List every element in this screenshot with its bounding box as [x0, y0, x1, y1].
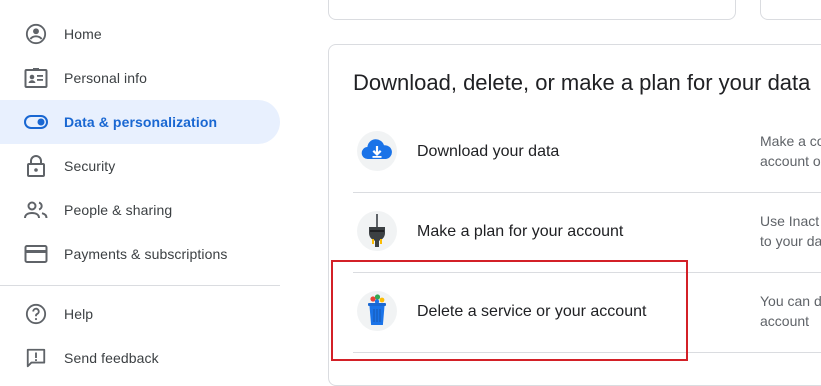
section-title: Download, delete, or make a plan for you… — [353, 70, 811, 95]
credit-card-icon — [24, 242, 48, 266]
toggle-icon — [24, 110, 48, 134]
people-icon — [24, 198, 48, 222]
row-description-line2: to your da — [760, 233, 821, 249]
row-title: Make a plan for your account — [417, 223, 624, 240]
sidebar-item-help[interactable]: Help — [0, 292, 280, 336]
cloud-download-icon — [357, 131, 397, 171]
sidebar-item-label: Payments & subscriptions — [64, 246, 228, 262]
row-description-line1: Use Inact — [760, 213, 820, 229]
plug-icon — [357, 211, 397, 251]
sidebar-item-label: Security — [64, 158, 116, 174]
help-icon — [24, 302, 48, 326]
sidebar-item-label: Home — [64, 26, 102, 42]
sidebar-item-home[interactable]: Home — [0, 12, 280, 56]
sidebar-item-label: Data & personalization — [64, 114, 218, 130]
sidebar-item-data-personalization[interactable]: Data & personalization — [0, 100, 280, 144]
sidebar-item-send-feedback[interactable]: Send feedback — [0, 336, 280, 380]
sidebar-item-label: Send feedback — [64, 350, 159, 366]
sidebar-item-label: Help — [64, 306, 94, 322]
account-circle-icon — [24, 22, 48, 46]
lock-icon — [24, 154, 48, 178]
row-title: Download your data — [417, 143, 560, 160]
sidebar-item-people-sharing[interactable]: People & sharing — [0, 188, 280, 232]
row-description-line1: You can d — [760, 293, 821, 309]
adjacent-section-card — [760, 0, 821, 20]
row-description-line2: account o — [760, 153, 821, 169]
highlight-box — [331, 260, 688, 361]
download-data-row[interactable]: Download your data Make a co account o — [353, 113, 821, 192]
id-card-icon — [24, 66, 48, 90]
sidebar-nav: Home Personal info Data & personalizatio… — [0, 0, 290, 372]
sidebar-item-payments-subscriptions[interactable]: Payments & subscriptions — [0, 232, 280, 276]
sidebar-item-label: Personal info — [64, 70, 148, 86]
sidebar-item-label: People & sharing — [64, 202, 173, 218]
sidebar-divider — [0, 285, 280, 286]
row-description-line1: Make a co — [760, 133, 821, 149]
sidebar-item-personal-info[interactable]: Personal info — [0, 56, 280, 100]
feedback-icon — [24, 346, 48, 370]
sidebar-item-security[interactable]: Security — [0, 144, 280, 188]
row-description-line2: account — [760, 313, 810, 329]
previous-section-card — [328, 0, 736, 20]
